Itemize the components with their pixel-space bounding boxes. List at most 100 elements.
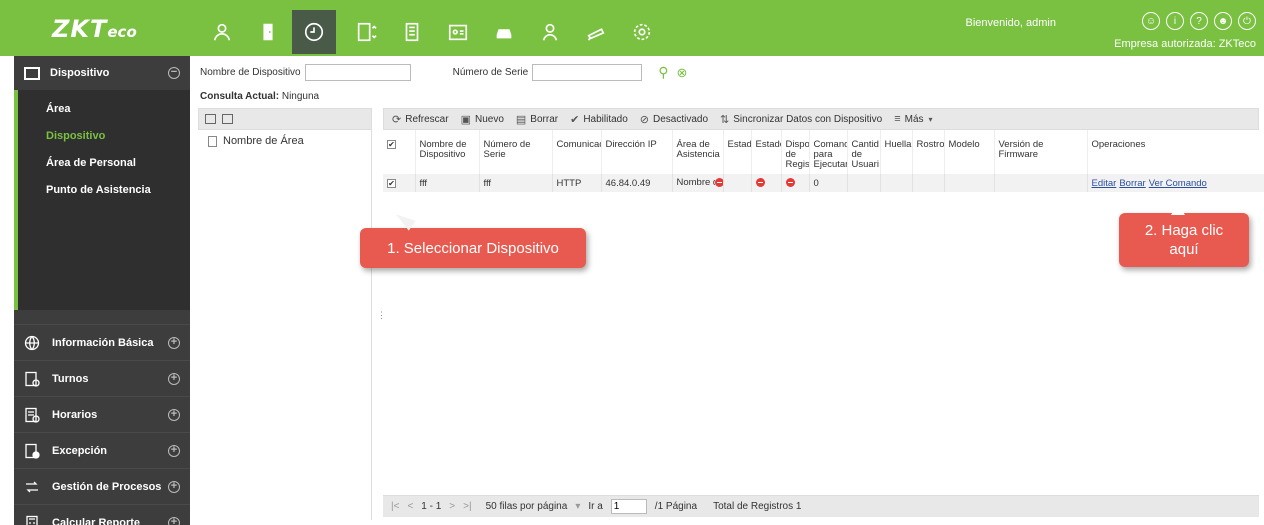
device-name-input[interactable] <box>304 64 411 81</box>
tree-node-area[interactable]: Nombre de Área <box>208 135 304 147</box>
sidebar-section-calcular[interactable]: Calcular Reporte + <box>14 504 190 525</box>
sidebar-item-area[interactable]: Área <box>18 96 190 123</box>
col-header[interactable]: Área de Asistencia <box>672 130 724 174</box>
col-header[interactable]: Nombre de Dispositivo <box>415 130 480 174</box>
select-all-checkbox[interactable]: ✔ <box>383 130 416 174</box>
last-page-icon[interactable]: >| <box>463 501 471 512</box>
table-row[interactable]: ✔ fff fff HTTP 46.84.0.49 Nombre de Área… <box>383 174 1264 192</box>
user-circle-icon[interactable]: ☺ <box>1142 12 1160 30</box>
collapse-icon[interactable]: − <box>168 67 180 79</box>
next-page-icon[interactable]: > <box>449 501 455 512</box>
guard-icon[interactable] <box>528 10 572 54</box>
new-button[interactable]: ▣ Nuevo <box>461 113 504 126</box>
clear-icon[interactable]: ⊗ <box>676 65 687 81</box>
col-header[interactable]: Huella <box>880 130 913 174</box>
col-header[interactable]: Operaciones <box>1087 130 1264 174</box>
info-icon[interactable]: i <box>1166 12 1184 30</box>
expand-icon[interactable]: + <box>168 444 180 457</box>
edit-link[interactable]: Editar <box>1092 178 1117 189</box>
rows-per-page-select[interactable]: 50 filas por página <box>486 501 568 512</box>
power-icon[interactable]: ⏻ <box>1238 12 1256 30</box>
door-icon[interactable] <box>246 10 290 54</box>
sidebar-section-gestion[interactable]: Gestión de Procesos + <box>14 468 190 504</box>
col-header[interactable]: Cantid de Usuari <box>847 130 881 174</box>
first-page-icon[interactable]: |< <box>391 501 399 512</box>
calculator-icon <box>24 515 40 525</box>
device-icon <box>24 66 40 80</box>
serial-input[interactable] <box>532 64 643 81</box>
cell-comm: HTTP <box>552 174 602 192</box>
delete-button[interactable]: ▤ Borrar <box>516 113 558 126</box>
expand-icon[interactable]: + <box>168 336 180 349</box>
refresh-button[interactable]: ⟳ Refrescar <box>392 113 449 126</box>
cell-users <box>847 174 881 192</box>
section-label: Turnos <box>52 372 89 385</box>
sidebar-header-dispositivo[interactable]: Dispositivo − <box>14 56 190 90</box>
profile-icon[interactable]: ☻ <box>1214 12 1232 30</box>
sync-button[interactable]: ⇅ Sincronizar Datos con Dispositivo <box>720 113 882 126</box>
delete-link[interactable]: Borrar <box>1119 178 1145 189</box>
status-offline-icon <box>785 178 795 188</box>
col-header[interactable]: Comunicac <box>552 130 602 174</box>
camera-icon[interactable] <box>574 10 618 54</box>
sidebar-item-punto-asistencia[interactable]: Punto de Asistencia <box>18 177 190 204</box>
sidebar-section-horarios[interactable]: Horarios + <box>14 396 190 432</box>
cell-fingerprint <box>880 174 913 192</box>
row-checkbox[interactable]: ✔ <box>383 174 416 192</box>
elevator-icon[interactable] <box>344 10 388 54</box>
section-label: Horarios <box>52 408 98 421</box>
check-icon: ✔ <box>570 113 580 126</box>
col-header[interactable]: Estado <box>723 130 752 174</box>
sidebar-section-excepcion[interactable]: Excepción + <box>14 432 190 468</box>
sidebar-item-dispositivo[interactable]: Dispositivo <box>18 123 190 150</box>
expand-icon[interactable]: + <box>168 408 180 421</box>
section-label: Excepción <box>52 444 108 457</box>
page-input[interactable] <box>610 499 647 514</box>
sidebar-section-turnos[interactable]: Turnos + <box>14 360 190 396</box>
sidebar-section-informacion[interactable]: Información Básica + <box>14 324 190 360</box>
personnel-icon[interactable] <box>200 10 244 54</box>
cell-status <box>723 174 752 192</box>
expand-icon[interactable]: + <box>168 480 180 493</box>
col-header[interactable]: Comand para Ejecutar <box>809 130 848 174</box>
sidebar-item-area-personal[interactable]: Área de Personal <box>18 150 190 177</box>
chevron-down-icon[interactable]: ▾ <box>575 501 580 512</box>
table-header: ✔ Nombre de Dispositivo Número de Serie … <box>383 130 1264 174</box>
device-table: ✔ Nombre de Dispositivo Número de Serie … <box>383 130 1264 192</box>
welcome-text: Bienvenido, admin <box>965 17 1056 29</box>
section-label: Calcular Reporte <box>52 516 141 525</box>
attendance-clock-icon[interactable] <box>292 10 336 54</box>
view-command-link[interactable]: Ver Comando <box>1149 178 1207 189</box>
expand-icon[interactable]: + <box>168 372 180 385</box>
globe-icon <box>24 335 40 351</box>
device-name-label: Nombre de Dispositivo <box>200 67 301 78</box>
collapse-all-icon[interactable] <box>222 114 233 124</box>
expand-all-icon[interactable] <box>205 114 216 124</box>
col-header[interactable]: Número de Serie <box>479 130 553 174</box>
cell-operations: Editar Borrar Ver Comando <box>1087 174 1264 192</box>
disable-button[interactable]: ⊘ Desactivado <box>640 113 708 126</box>
top-right-icons: ☺ i ? ☻ ⏻ <box>1142 12 1256 30</box>
col-header[interactable]: Rostro <box>912 130 945 174</box>
splitter-handle[interactable]: ⋮ <box>377 310 386 321</box>
process-icon <box>24 479 40 495</box>
settings-gear-icon[interactable] <box>620 10 664 54</box>
car-icon[interactable] <box>482 10 526 54</box>
shift-icon <box>24 371 40 387</box>
id-card-icon[interactable] <box>436 10 480 54</box>
enable-button[interactable]: ✔ Habilitado <box>570 113 628 126</box>
schedule-icon <box>24 407 40 423</box>
col-header[interactable]: Modelo <box>944 130 995 174</box>
col-header[interactable]: Dirección IP <box>601 130 673 174</box>
expand-icon[interactable]: + <box>168 516 180 525</box>
col-header[interactable]: Versión de Firmware <box>994 130 1088 174</box>
help-icon[interactable]: ? <box>1190 12 1208 30</box>
col-header[interactable]: Dispos de Regist <box>781 130 810 174</box>
status-offline-icon <box>755 178 765 188</box>
prev-page-icon[interactable]: < <box>407 501 413 512</box>
search-icon[interactable]: ⚲ <box>658 64 668 81</box>
building-icon[interactable] <box>390 10 434 54</box>
total-pages: /1 Página <box>654 501 698 512</box>
more-button[interactable]: ≡ Más ▾ <box>894 113 936 125</box>
col-header[interactable]: Estado <box>751 130 782 174</box>
